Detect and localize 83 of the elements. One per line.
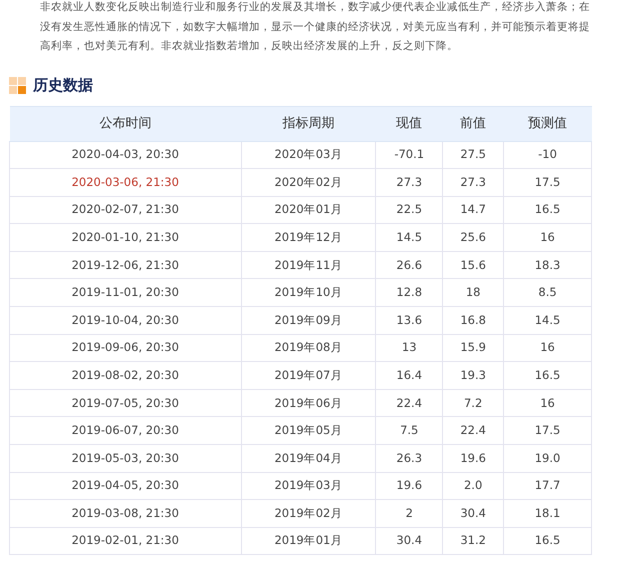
column-header: 预测值 <box>504 106 592 141</box>
table-cell: 2019-07-05, 20:30 <box>10 389 242 417</box>
table-cell: 2019年03月 <box>241 472 376 500</box>
table-cell: 19.6 <box>376 472 443 500</box>
table-cell: 2.0 <box>442 472 504 500</box>
table-cell: 8.5 <box>504 278 592 307</box>
table-cell: 7.2 <box>442 389 504 417</box>
table-cell: 16 <box>504 334 592 362</box>
table-cell: 2019年09月 <box>241 306 376 334</box>
table-cell: 16 <box>504 389 592 417</box>
table-cell: 2020年01月 <box>241 196 376 224</box>
column-header: 公布时间 <box>10 106 242 141</box>
table-cell: 15.6 <box>442 251 504 279</box>
table-cell: 16.5 <box>504 196 592 224</box>
table-cell: 30.4 <box>376 527 443 555</box>
table-cell: 16 <box>504 224 592 252</box>
section-title: 历史数据 <box>33 75 93 96</box>
table-cell: 2019-12-06, 21:30 <box>10 251 242 279</box>
table-cell: -10 <box>504 141 592 169</box>
intro-paragraph: 非农就业人数变化反映出制造行业和服务行业的发展及其增长，数字减少便代表企业减低生产，经济步入萧条；在没有发生恶性通胀的情况下，如数字大幅增加，显示一个健康的经济状况，对美元应当有利，并可能预示着更将提高利率，也对美元有利。非农就业指数若增加，反映出经济发展的上升，反之则下降。 <box>40 0 591 54</box>
table-cell: 17.5 <box>504 168 592 196</box>
table-cell: 2019-10-04, 20:30 <box>10 306 242 334</box>
table-cell: 2 <box>376 500 443 528</box>
table-cell: 7.5 <box>376 416 443 445</box>
table-cell: 14.7 <box>442 196 504 224</box>
table-cell: 27.3 <box>442 168 504 196</box>
table-cell: 18.1 <box>504 500 592 528</box>
table-cell: 2019-05-03, 20:30 <box>10 444 242 472</box>
column-header: 前值 <box>442 106 504 141</box>
table-cell: 2019-02-01, 21:30 <box>10 527 242 555</box>
table-cell: 30.4 <box>442 500 504 528</box>
table-cell: 22.4 <box>442 416 504 445</box>
table-cell: 26.3 <box>376 444 443 472</box>
table-cell: 27.5 <box>442 141 504 169</box>
table-cell: 2019年06月 <box>241 389 376 417</box>
table-cell: 2020年03月 <box>241 141 376 169</box>
table-cell: 16.5 <box>504 362 592 390</box>
table-cell: 2020-01-10, 21:30 <box>10 224 242 252</box>
table-cell: 18.3 <box>504 251 592 279</box>
table-cell: 2020-03-06, 21:30 <box>10 168 242 196</box>
table-cell: 12.8 <box>376 278 443 307</box>
table-cell: 17.7 <box>504 472 592 500</box>
table-cell: 31.2 <box>442 527 504 555</box>
table-cell: 2019-06-07, 20:30 <box>10 416 242 445</box>
column-header: 指标周期 <box>241 106 376 141</box>
table-cell: 13.6 <box>376 306 443 334</box>
table-cell: 2020-02-07, 21:30 <box>10 196 242 224</box>
table-cell: 2019年04月 <box>241 444 376 472</box>
table-cell: 14.5 <box>376 224 443 252</box>
table-cell: 13 <box>376 334 443 362</box>
table-cell: 2019年12月 <box>241 224 376 252</box>
table-cell: 2019-08-02, 20:30 <box>10 362 242 390</box>
table-cell: 16.4 <box>376 362 443 390</box>
table-cell: 2019年02月 <box>241 500 376 528</box>
table-cell: 2020年02月 <box>241 168 376 196</box>
table-cell: 15.9 <box>442 334 504 362</box>
table-cell: 2020-04-03, 20:30 <box>10 141 242 169</box>
table-cell: 2019年11月 <box>241 251 376 279</box>
table-cell: 17.5 <box>504 416 592 445</box>
column-header: 现值 <box>376 106 443 141</box>
table-cell: 19.0 <box>504 444 592 472</box>
table-cell: 2019年05月 <box>241 416 376 445</box>
table-cell: 19.6 <box>442 444 504 472</box>
table-cell: 2019年01月 <box>241 527 376 555</box>
table-cell: 26.6 <box>376 251 443 279</box>
table-cell: 2019-04-05, 20:30 <box>10 472 242 500</box>
table-cell: 27.3 <box>376 168 443 196</box>
table-cell: 2019-09-06, 20:30 <box>10 334 242 362</box>
table-cell: 18 <box>442 278 504 307</box>
table-cell: 19.3 <box>442 362 504 390</box>
table-cell: -70.1 <box>376 141 443 169</box>
section-icon <box>9 77 26 94</box>
table-cell: 22.5 <box>376 196 443 224</box>
table-cell: 2019年07月 <box>241 362 376 390</box>
table-cell: 2019年08月 <box>241 334 376 362</box>
table-cell: 14.5 <box>504 306 592 334</box>
table-cell: 2019-11-01, 20:30 <box>10 278 242 307</box>
table-cell: 16.8 <box>442 306 504 334</box>
table-cell: 2019-03-08, 21:30 <box>10 500 242 528</box>
table-cell: 16.5 <box>504 527 592 555</box>
table-cell: 22.4 <box>376 389 443 417</box>
table-cell: 25.6 <box>442 224 504 252</box>
table-cell: 2019年10月 <box>241 278 376 307</box>
